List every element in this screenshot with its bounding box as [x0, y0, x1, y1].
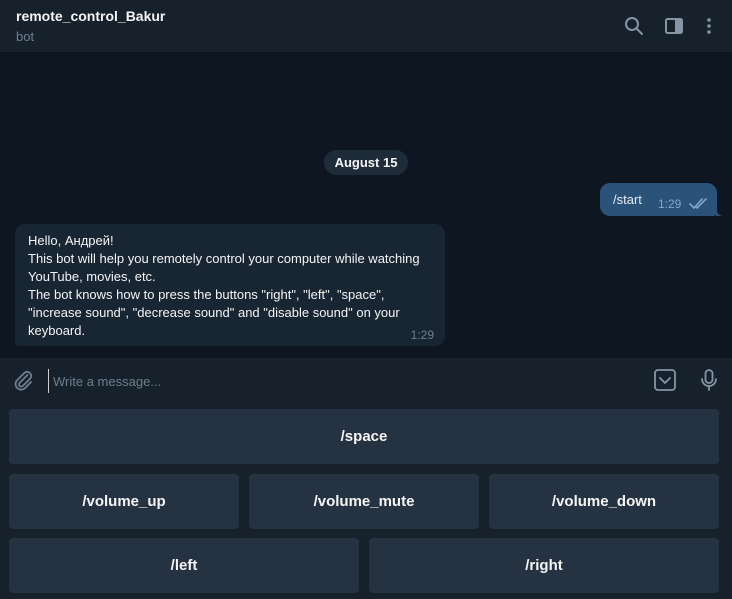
chat-title[interactable]: remote_control_Bakur — [16, 8, 165, 24]
chat-subtitle: bot — [16, 29, 35, 44]
message-time: 1:29 — [410, 328, 434, 342]
bot-keyboard-icon[interactable] — [653, 368, 677, 392]
keyboard-button-right[interactable]: /right — [369, 538, 719, 593]
keyboard-button-volume-down[interactable]: /volume_down — [489, 474, 719, 529]
keyboard-button-space[interactable]: /space — [9, 409, 719, 464]
keyboard-button-volume-up[interactable]: /volume_up — [9, 474, 239, 529]
paperclip-icon[interactable] — [11, 368, 35, 392]
outgoing-message[interactable]: /start 1:29 — [600, 183, 717, 216]
message-time: 1:29 — [658, 197, 682, 211]
double-check-icon — [689, 196, 709, 210]
message-text[interactable]: Hello, Андрей! This bot will help you re… — [28, 232, 428, 340]
chat-header: remote_control_Bakur bot — [0, 0, 732, 53]
search-icon[interactable] — [622, 14, 646, 38]
date-separator: August 15 — [324, 150, 408, 175]
incoming-message[interactable]: Hello, Андрей! This bot will help you re… — [15, 224, 445, 346]
message-text[interactable]: /start — [613, 192, 642, 207]
bubble-tail — [716, 206, 724, 216]
more-vertical-icon[interactable] — [697, 14, 721, 38]
keyboard-button-volume-mute[interactable]: /volume_mute — [249, 474, 479, 529]
message-composer — [0, 358, 732, 402]
message-input[interactable] — [48, 369, 635, 393]
microphone-icon[interactable] — [697, 368, 721, 392]
keyboard-button-left[interactable]: /left — [9, 538, 359, 593]
sidebar-panel-icon[interactable] — [662, 14, 686, 38]
bot-reply-keyboard: /space /volume_up /volume_mute /volume_d… — [0, 402, 732, 599]
